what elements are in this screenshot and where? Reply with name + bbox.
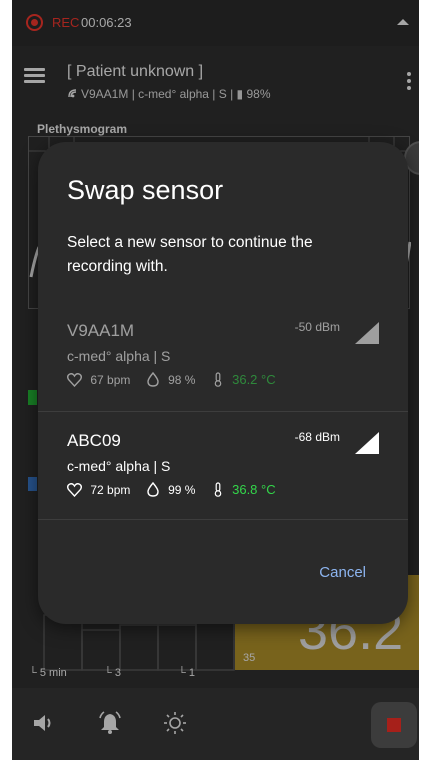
- sensor-option-V9AA1M: V9AA1M -50 dBm c-med° alpha | S 67 bpm 9…: [38, 302, 408, 410]
- sensor-vitals: 67 bpm 98 % 36.2 °C: [67, 372, 276, 390]
- app-screen: REC 00:06:23 [ Patient unknown ] V9AA1M …: [12, 0, 419, 760]
- sensor-option-ABC09[interactable]: ABC09 -68 dBm c-med° alpha | S 72 bpm 99…: [38, 412, 408, 520]
- sensor-model: c-med° alpha | S: [67, 458, 171, 474]
- oxygen-drop-icon: [147, 482, 159, 498]
- spo2-value: 99 %: [168, 482, 196, 497]
- heart-rate-value: 72 bpm: [90, 482, 131, 497]
- sensor-vitals: 72 bpm 99 % 36.8 °C: [67, 482, 276, 500]
- cancel-button[interactable]: Cancel: [319, 564, 366, 581]
- spo2-value: 98 %: [168, 372, 196, 387]
- signal-strength-icon: [355, 322, 379, 344]
- divider: [38, 519, 408, 520]
- sensor-name: ABC09: [67, 431, 121, 450]
- heart-icon: [67, 482, 82, 497]
- sensor-name: V9AA1M: [67, 321, 135, 340]
- heart-rate-value: 67 bpm: [90, 372, 131, 387]
- sensor-rssi: -68 dBm: [294, 430, 340, 444]
- sensor-model: c-med° alpha | S: [67, 348, 171, 364]
- heart-icon: [67, 372, 82, 387]
- temperature-value: 36.8 °C: [232, 482, 276, 498]
- sensor-rssi: -50 dBm: [294, 320, 340, 334]
- oxygen-drop-icon: [147, 372, 159, 388]
- dialog-title: Swap sensor: [67, 175, 224, 205]
- thermometer-icon: [214, 372, 222, 388]
- dialog-message: Select a new sensor to continue the reco…: [67, 234, 313, 275]
- temperature-value: 36.2 °C: [232, 372, 276, 388]
- swap-sensor-dialog: Swap sensor Select a new sensor to conti…: [38, 142, 408, 624]
- thermometer-icon: [214, 482, 222, 498]
- signal-strength-icon: [355, 432, 379, 454]
